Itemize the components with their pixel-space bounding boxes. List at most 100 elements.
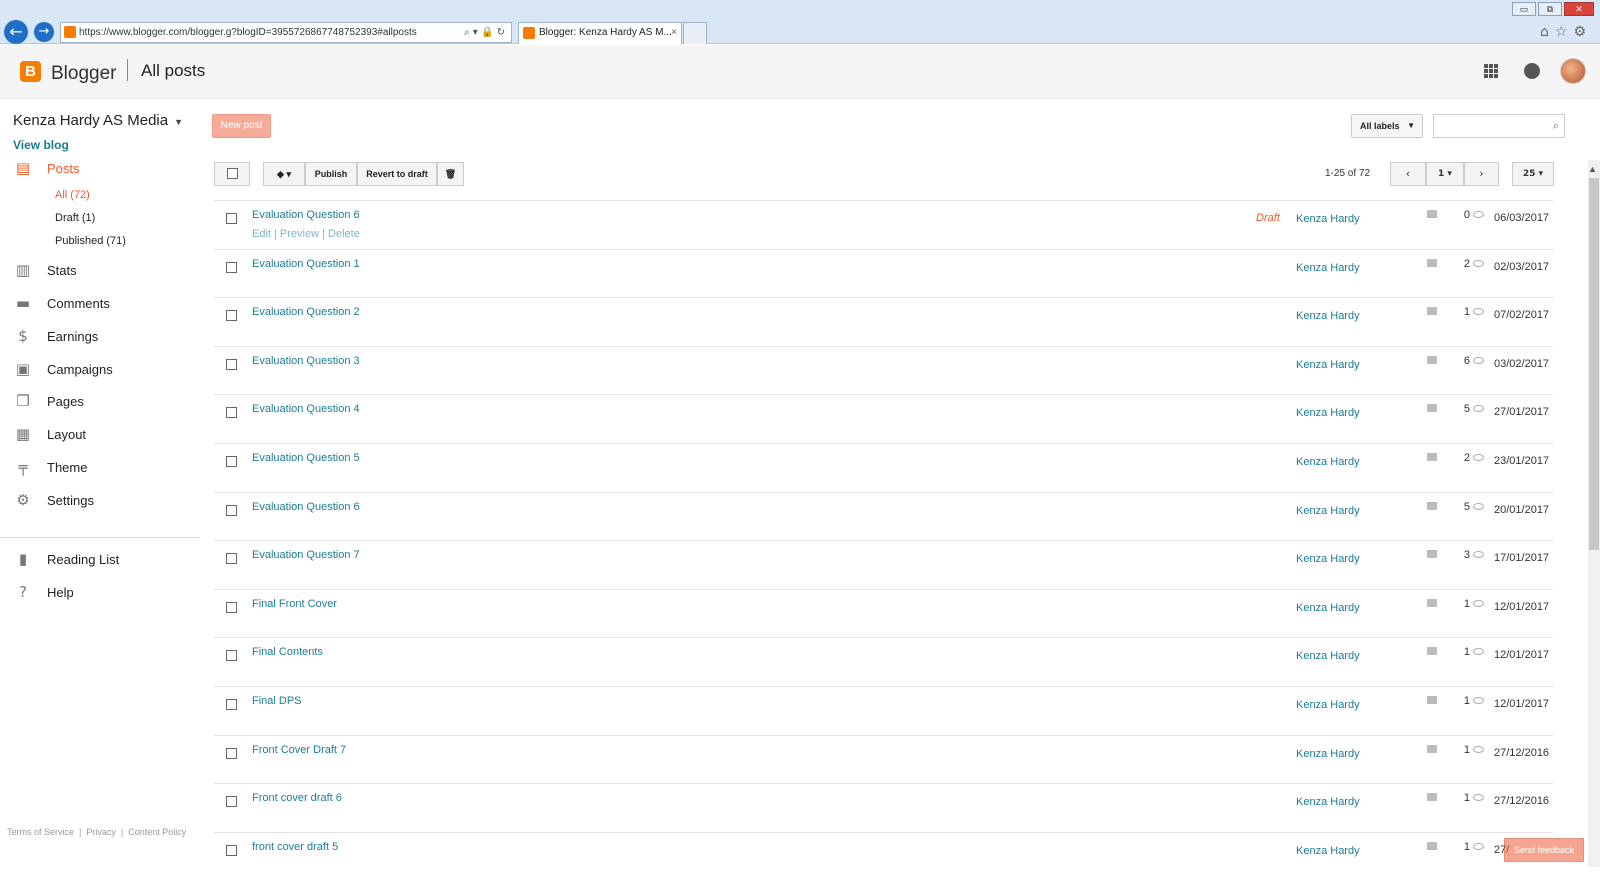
post-author-link[interactable]: Kenza Hardy — [1296, 796, 1360, 808]
post-title-link[interactable]: Evaluation Question 4 — [252, 403, 360, 415]
sidebar-sub-draft[interactable]: Draft (1) — [55, 212, 95, 224]
post-author-link[interactable]: Kenza Hardy — [1296, 407, 1360, 419]
post-row[interactable]: Evaluation Question 6 Edit | Preview | De… — [214, 200, 1553, 249]
sidebar-item-campaigns[interactable]: ▣ Campaigns — [13, 358, 113, 380]
apps-grid-icon[interactable] — [1484, 64, 1498, 78]
post-author-link[interactable]: Kenza Hardy — [1296, 359, 1360, 371]
post-checkbox[interactable] — [226, 844, 237, 856]
post-author-link[interactable]: Kenza Hardy — [1296, 602, 1360, 614]
post-row[interactable]: Evaluation Question 1Kenza Hardy1202/03/… — [214, 248, 1553, 298]
post-checkbox[interactable] — [226, 261, 237, 273]
post-checkbox[interactable] — [226, 650, 237, 662]
close-window-button[interactable]: ✕ — [1564, 2, 1594, 16]
post-title-link[interactable]: Front cover draft 6 — [252, 792, 342, 804]
post-actions[interactable]: Edit | Preview | Delete — [252, 228, 360, 240]
post-checkbox[interactable] — [226, 796, 237, 808]
sidebar-item-theme[interactable]: ╤ Theme — [13, 456, 87, 478]
content-policy-link[interactable]: Content Policy — [128, 827, 186, 837]
sidebar-item-comments[interactable]: ▬ Comments — [13, 292, 110, 314]
browser-tab[interactable]: Blogger: Kenza Hardy AS M... × — [518, 22, 682, 44]
post-title-link[interactable]: Front Cover Draft 7 — [252, 744, 346, 756]
post-row[interactable]: Evaluation Question 7Kenza Hardy1317/01/… — [214, 540, 1553, 589]
post-checkbox[interactable] — [226, 213, 237, 224]
address-bar-icons[interactable]: ⌕ ▾ 🔒 ↻ — [464, 23, 505, 42]
prev-page-button[interactable]: ‹ — [1390, 162, 1426, 186]
publish-button[interactable]: Publish — [305, 162, 357, 186]
post-row[interactable]: Front cover draft 6Kenza Hardy0127/12/20… — [214, 783, 1553, 832]
post-title-link[interactable]: Final DPS — [252, 695, 302, 707]
post-author-link[interactable]: Kenza Hardy — [1296, 650, 1360, 662]
terms-link[interactable]: Terms of Service — [7, 827, 74, 837]
tab-close-icon[interactable]: × — [671, 23, 677, 43]
search-input[interactable]: ⌕ — [1433, 114, 1565, 138]
sidebar-item-posts[interactable]: ▤ Posts — [13, 157, 80, 179]
send-feedback-button[interactable]: Send feedback — [1504, 838, 1584, 862]
avatar[interactable] — [1560, 58, 1586, 84]
page-select[interactable]: 1 ▾ — [1426, 162, 1464, 186]
revert-to-draft-button[interactable]: Revert to draft — [357, 162, 437, 186]
post-checkbox[interactable] — [226, 310, 237, 322]
view-blog-link[interactable]: View blog — [13, 138, 69, 152]
sidebar-item-stats[interactable]: ▥ Stats — [13, 259, 77, 281]
post-author-link[interactable]: Kenza Hardy — [1296, 505, 1360, 517]
privacy-link[interactable]: Privacy — [86, 827, 116, 837]
select-all-checkbox[interactable] — [214, 162, 250, 186]
post-title-link[interactable]: front cover draft 5 — [252, 841, 338, 853]
post-checkbox[interactable] — [226, 747, 237, 759]
address-bar[interactable]: https://www.blogger.com/blogger.g?blogID… — [60, 22, 512, 43]
post-row[interactable]: Evaluation Question 3Kenza Hardy1603/02/… — [214, 345, 1553, 395]
new-post-button[interactable]: New post — [212, 114, 271, 138]
post-title-link[interactable]: Final Front Cover — [252, 598, 337, 610]
post-row[interactable]: Evaluation Question 4Kenza Hardy4527/01/… — [214, 394, 1553, 443]
forward-icon[interactable]: → — [34, 22, 54, 42]
search-icon[interactable]: ⌕ — [1553, 119, 1559, 133]
post-row[interactable]: Evaluation Question 2Kenza Hardy0107/02/… — [214, 297, 1553, 346]
restore-button[interactable]: ⧉ — [1538, 2, 1562, 16]
post-author-link[interactable]: Kenza Hardy — [1296, 213, 1360, 225]
sidebar-item-help[interactable]: ? Help — [13, 581, 74, 603]
post-row[interactable]: front cover draft 5Kenza Hardy0127/ — [214, 831, 1553, 880]
post-author-link[interactable]: Kenza Hardy — [1296, 310, 1360, 322]
sidebar-item-pages[interactable]: ❐ Pages — [13, 390, 84, 412]
blogger-logo-icon[interactable]: B — [20, 61, 41, 82]
post-row[interactable]: Final Front CoverKenza Hardy0112/01/2017 — [214, 588, 1553, 638]
post-author-link[interactable]: Kenza Hardy — [1296, 699, 1360, 711]
next-page-button[interactable]: › — [1464, 162, 1499, 186]
post-title-link[interactable]: Evaluation Question 6 — [252, 209, 360, 221]
post-author-link[interactable]: Kenza Hardy — [1296, 456, 1360, 468]
blog-selector[interactable]: Kenza Hardy AS Media ▼ — [13, 112, 183, 129]
post-title-link[interactable]: Evaluation Question 3 — [252, 355, 360, 367]
post-checkbox[interactable] — [226, 698, 237, 710]
post-title-link[interactable]: Final Contents — [252, 646, 323, 658]
label-menu-button[interactable]: ◆ ▾ — [263, 162, 305, 186]
post-checkbox[interactable] — [226, 504, 237, 516]
post-row[interactable]: Evaluation Question 6Kenza Hardy1520/01/… — [214, 491, 1553, 541]
post-row[interactable]: Final DPSKenza Hardy0112/01/2017 — [214, 685, 1553, 735]
post-checkbox[interactable] — [226, 601, 237, 613]
post-title-link[interactable]: Evaluation Question 7 — [252, 549, 360, 561]
post-checkbox[interactable] — [226, 358, 237, 370]
post-author-link[interactable]: Kenza Hardy — [1296, 845, 1360, 857]
post-author-link[interactable]: Kenza Hardy — [1296, 553, 1360, 565]
notifications-icon[interactable] — [1524, 63, 1540, 79]
post-checkbox[interactable] — [226, 455, 237, 467]
post-row[interactable]: Final ContentsKenza Hardy0112/01/2017 — [214, 637, 1553, 686]
sidebar-item-reading-list[interactable]: ▮ Reading List — [13, 548, 119, 570]
scrollbar-thumb[interactable] — [1589, 178, 1599, 550]
sidebar-item-settings[interactable]: ⚙ Settings — [13, 489, 94, 511]
delete-button[interactable]: 🗑 — [437, 162, 464, 186]
sidebar-item-layout[interactable]: ▦ Layout — [13, 423, 86, 445]
back-icon[interactable]: ← — [4, 20, 28, 44]
post-author-link[interactable]: Kenza Hardy — [1296, 262, 1360, 274]
post-title-link[interactable]: Evaluation Question 6 — [252, 501, 360, 513]
post-title-link[interactable]: Evaluation Question 2 — [252, 306, 360, 318]
minimize-button[interactable]: ▭ — [1512, 2, 1536, 16]
sidebar-sub-all[interactable]: All (72) — [55, 189, 90, 201]
post-title-link[interactable]: Evaluation Question 1 — [252, 258, 360, 270]
post-row[interactable]: Evaluation Question 5Kenza Hardy1223/01/… — [214, 442, 1553, 492]
sidebar-item-earnings[interactable]: $ Earnings — [13, 325, 98, 347]
post-author-link[interactable]: Kenza Hardy — [1296, 748, 1360, 760]
post-title-link[interactable]: Evaluation Question 5 — [252, 452, 360, 464]
sidebar-sub-published[interactable]: Published (71) — [55, 235, 126, 247]
brand-name[interactable]: Blogger — [51, 63, 117, 85]
